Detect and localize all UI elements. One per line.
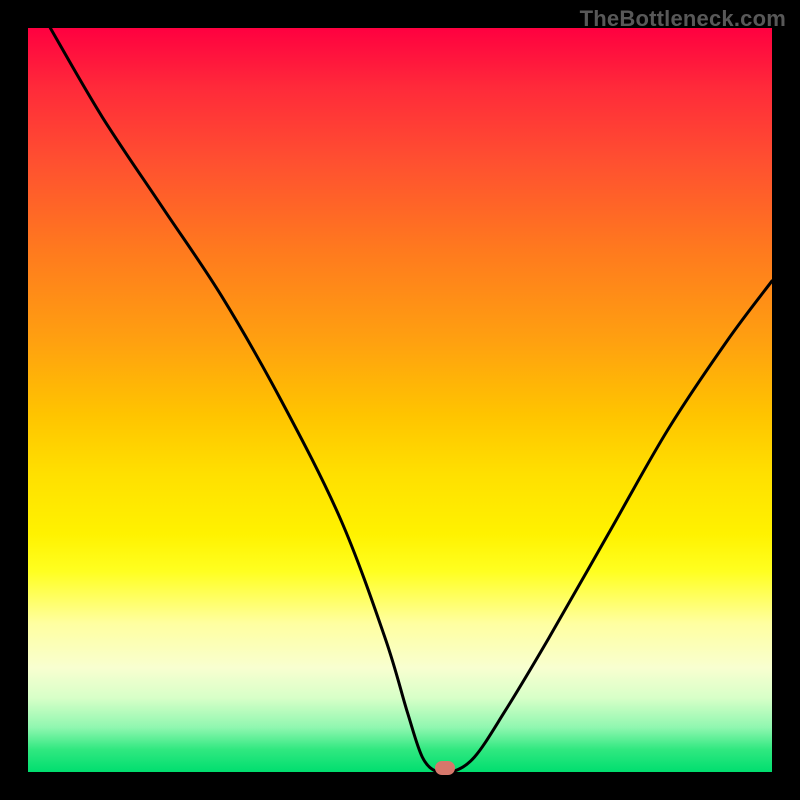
plot-area xyxy=(28,28,772,772)
watermark-text: TheBottleneck.com xyxy=(580,6,786,32)
chart-stage: TheBottleneck.com xyxy=(0,0,800,800)
bottleneck-curve xyxy=(50,28,772,774)
curve-layer xyxy=(28,28,772,772)
optimum-marker xyxy=(435,761,455,775)
